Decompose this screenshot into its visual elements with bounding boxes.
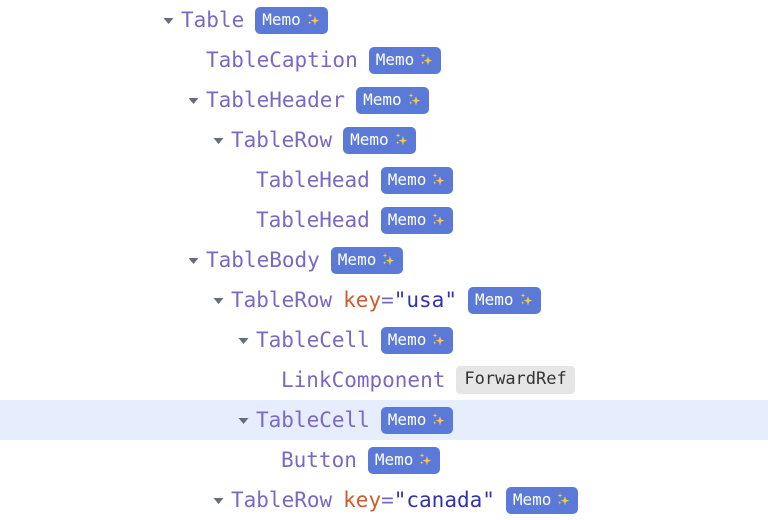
tree-row[interactable]: LinkComponent ForwardRef [0,360,768,400]
memo-badge-label: Memo [375,49,415,69]
sparkles-icon [394,132,409,147]
component-name: LinkComponent [281,367,446,392]
memo-badge[interactable]: Memo [380,406,454,434]
component-name: TableBody [206,247,320,272]
tree-row[interactable]: TableCell Memo [0,320,768,360]
indent-spacer [0,220,232,221]
prop-equals: = [381,487,394,512]
prop-value: "canada" [393,487,495,512]
indent-spacer [0,60,182,61]
memo-badge-label: Memo [387,329,427,349]
forwardref-badge[interactable]: ForwardRef [456,366,575,394]
indent-spacer [0,500,207,501]
sparkles-icon [431,212,446,227]
memo-badge-label: Memo [374,449,414,469]
memo-badge-label: Memo [474,289,514,309]
sparkles-icon [306,12,321,27]
memo-badge[interactable]: Memo [380,166,454,194]
indent-spacer [0,300,207,301]
component-name: TableCell [256,327,370,352]
chevron-down-icon[interactable] [207,490,229,510]
sparkles-icon [419,52,434,67]
component-prop: key="canada" [343,487,495,512]
tree-row[interactable]: TableRow key="canada" Memo [0,480,768,520]
memo-badge-label: Memo [363,89,402,109]
tree-row[interactable]: TableRow Memo [0,120,768,160]
indent-spacer [0,180,232,181]
memo-badge-label: Memo [387,409,427,429]
tree-row[interactable]: TableCaption Memo [0,40,768,80]
tree-row[interactable]: TableBody Memo [0,240,768,280]
component-prop: key="usa" [343,287,457,312]
component-name: TableHead [256,167,370,192]
component-name: TableRow [231,287,333,312]
prop-equals: = [381,287,394,312]
component-name: TableRow [231,487,333,512]
component-name: Table [181,7,245,32]
indent-spacer [0,140,207,141]
memo-badge-label: Memo [262,9,301,29]
memo-badge-label: Memo [337,249,377,269]
chevron-down-icon[interactable] [232,330,254,350]
memo-badge-label: Memo [350,129,389,149]
indent-spacer [0,20,157,21]
sparkles-icon [519,292,534,307]
component-name: TableHeader [206,87,346,112]
tree-row[interactable]: TableHead Memo [0,200,768,240]
sparkles-icon [407,92,422,107]
memo-badge-label: Memo [512,489,552,509]
memo-badge[interactable]: Memo [255,6,328,34]
component-name: TableRow [231,127,333,152]
memo-badge[interactable]: Memo [356,86,429,114]
prop-key: key [343,287,382,312]
component-name: TableCell [256,407,370,432]
memo-badge[interactable]: Memo [380,326,454,354]
memo-badge[interactable]: Memo [367,446,441,474]
chevron-down-icon[interactable] [182,250,204,270]
memo-badge[interactable]: Memo [380,206,454,234]
component-name: TableHead [256,207,370,232]
chevron-down-icon[interactable] [232,410,254,430]
tree-row[interactable]: Button Memo [0,440,768,480]
sparkles-icon [381,252,396,267]
indent-spacer [0,340,232,341]
memo-badge-label: Memo [387,209,427,229]
sparkles-icon [431,332,446,347]
sparkles-icon [431,172,446,187]
indent-spacer [0,260,182,261]
tree-row[interactable]: Table Memo [0,0,768,40]
chevron-down-icon[interactable] [182,90,204,110]
tree-row[interactable]: TableRow key="usa" Memo [0,280,768,320]
indent-spacer [0,460,257,461]
component-tree: Table Memo TableCaption Memo TableHeader Memo… [0,0,768,514]
memo-badge[interactable]: Memo [505,486,579,514]
tree-row[interactable]: TableHeader Memo [0,80,768,120]
sparkles-icon [556,492,571,507]
prop-value: "usa" [393,287,457,312]
indent-spacer [0,380,257,381]
indent-spacer [0,420,232,421]
memo-badge[interactable]: Memo [368,46,442,74]
chevron-down-icon[interactable] [207,130,229,150]
component-name: Button [281,447,357,472]
sparkles-icon [418,452,433,467]
sparkles-icon [431,412,446,427]
memo-badge[interactable]: Memo [467,286,541,314]
indent-spacer [0,100,182,101]
component-name: TableCaption [206,47,358,72]
prop-key: key [343,487,382,512]
chevron-down-icon[interactable] [157,10,179,30]
memo-badge[interactable]: Memo [343,126,416,154]
memo-badge[interactable]: Memo [330,246,404,274]
chevron-down-icon[interactable] [207,290,229,310]
tree-row[interactable]: TableCell Memo [0,400,768,440]
memo-badge-label: Memo [387,169,427,189]
tree-row[interactable]: TableHead Memo [0,160,768,200]
